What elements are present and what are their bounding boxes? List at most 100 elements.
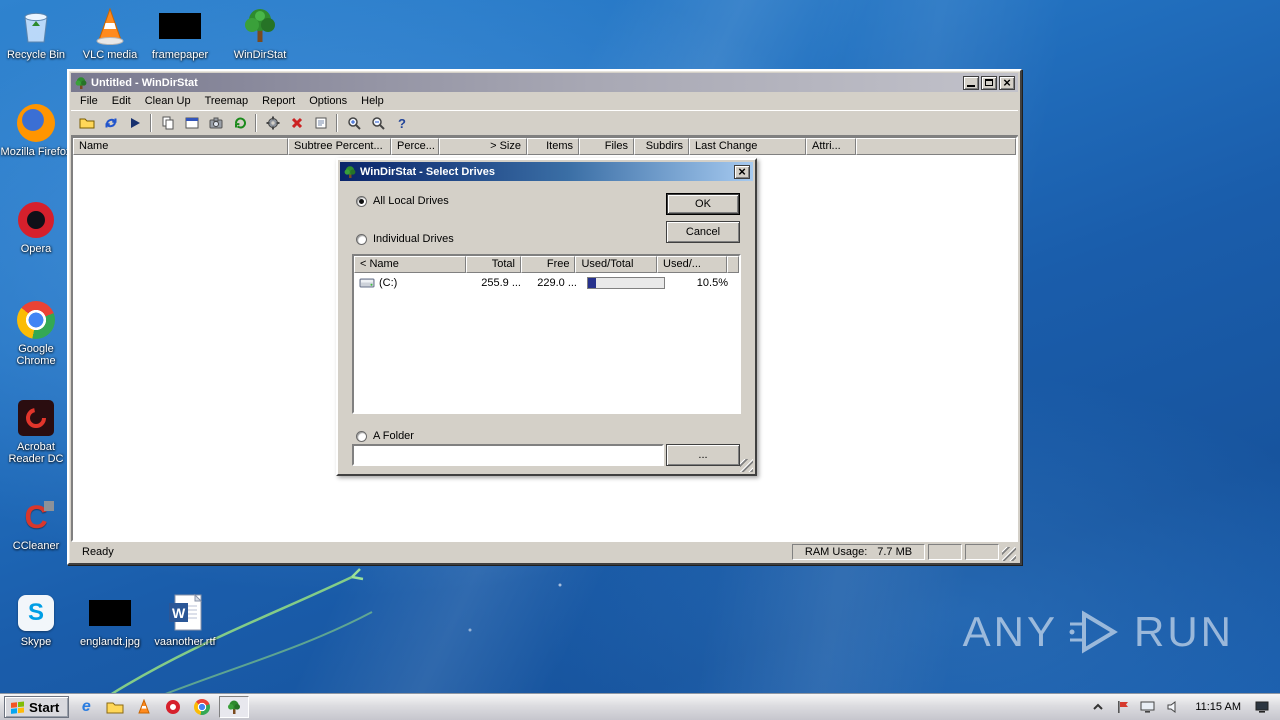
drive-column-total[interactable]: Total	[466, 256, 521, 273]
redacted-image-icon	[88, 593, 132, 633]
network-status-icon[interactable]	[1254, 698, 1272, 716]
delete-icon[interactable]	[285, 112, 308, 134]
help-icon[interactable]: ?	[390, 112, 413, 134]
desktop-icon-recycle-bin[interactable]: Recycle Bin	[4, 6, 68, 61]
hidden-icons-chevron-icon[interactable]	[1089, 698, 1107, 716]
drive-row-c[interactable]: (C:) 255.9 ... 229.0 ... 10.5%	[354, 273, 739, 292]
svg-text:?: ?	[398, 116, 406, 131]
status-text: Ready	[82, 546, 114, 558]
column-name[interactable]: Name	[73, 138, 288, 155]
desktop-icon-label: englandt.jpg	[80, 636, 140, 648]
menu-treemap[interactable]: Treemap	[198, 93, 256, 109]
menu-report[interactable]: Report	[255, 93, 302, 109]
desktop-icon-englandt[interactable]: englandt.jpg	[78, 593, 142, 648]
radio-selected-icon	[356, 195, 367, 207]
desktop-icon-opera[interactable]: Opera	[4, 200, 68, 255]
drive-free: 229.0 ...	[537, 276, 577, 289]
dialog-resize-grip[interactable]	[740, 459, 753, 472]
drive-column-name[interactable]: < Name	[354, 256, 467, 273]
menu-clean-up[interactable]: Clean Up	[138, 93, 198, 109]
drive-column-used-total-pct[interactable]: Used/...	[657, 256, 727, 273]
folder-path-input[interactable]	[352, 444, 664, 466]
desktop-icon-framepaper[interactable]: framepaper	[148, 6, 212, 61]
menu-help[interactable]: Help	[354, 93, 391, 109]
radio-a-folder[interactable]: A Folder	[356, 430, 414, 442]
dialog-titlebar[interactable]: WinDirStat - Select Drives	[340, 162, 753, 181]
column-last-change[interactable]: Last Change	[689, 138, 806, 155]
resume-icon[interactable]	[123, 112, 146, 134]
refresh-all-icon[interactable]	[99, 112, 122, 134]
desktop-icon-chrome[interactable]: Google Chrome	[4, 300, 68, 367]
taskbar-windirstat-task-button[interactable]	[219, 696, 250, 718]
column-size[interactable]: > Size	[439, 138, 527, 155]
radio-individual-drives[interactable]: Individual Drives	[356, 233, 454, 245]
menu-file[interactable]: File	[73, 93, 105, 109]
vlc-icon	[88, 6, 132, 46]
radio-all-local-drives[interactable]: All Local Drives	[356, 195, 449, 207]
toolbar-separator	[336, 114, 338, 132]
column-attributes[interactable]: Attri...	[806, 138, 856, 155]
ccleaner-icon: C	[14, 497, 58, 537]
desktop-icon-ccleaner[interactable]: C CCleaner	[4, 497, 68, 552]
desktop-icon-skype[interactable]: S Skype	[4, 593, 68, 648]
desktop-icon-label: Opera	[20, 243, 52, 255]
column-files[interactable]: Files	[579, 138, 634, 155]
toolbar-separator	[150, 114, 152, 132]
anyrun-play-logo-icon	[1069, 610, 1118, 654]
desktop-icon-label: Recycle Bin	[6, 49, 66, 61]
taskbar-vlc-icon[interactable]	[132, 696, 156, 718]
start-button[interactable]: Start	[4, 696, 70, 718]
desktop-icon-windirstat[interactable]: WinDirStat	[228, 6, 292, 61]
copy-path-icon[interactable]	[156, 112, 179, 134]
system-tray: 11:15 AM	[1085, 698, 1276, 716]
taskbar-internet-explorer-icon[interactable]: e	[74, 696, 98, 718]
action-center-flag-icon[interactable]	[1114, 698, 1132, 716]
configure-icon[interactable]	[261, 112, 284, 134]
close-button[interactable]	[999, 75, 1015, 90]
maximize-button[interactable]	[981, 75, 997, 90]
desktop-icon-acrobat[interactable]: Acrobat Reader DC	[4, 398, 68, 465]
column-subtree-percentage[interactable]: Subtree Percent...	[288, 138, 391, 155]
taskbar-chrome-icon[interactable]	[190, 696, 214, 718]
main-window-titlebar[interactable]: Untitled - WinDirStat	[71, 73, 1018, 92]
screenshot-icon[interactable]	[204, 112, 227, 134]
drive-column-used-total-bar[interactable]: Used/Total	[575, 256, 658, 273]
radio-unselected-icon	[356, 233, 367, 245]
desktop-icon-label: Skype	[20, 636, 52, 648]
open-explorer-icon[interactable]	[180, 112, 203, 134]
column-items[interactable]: Items	[527, 138, 579, 155]
menu-edit[interactable]: Edit	[105, 93, 138, 109]
taskbar-clock[interactable]: 11:15 AM	[1189, 701, 1247, 713]
drive-used-percent: 10.5%	[696, 276, 728, 289]
menu-options[interactable]: Options	[302, 93, 354, 109]
desktop-icon-label: WinDirStat	[233, 49, 287, 61]
refresh-selected-icon[interactable]	[228, 112, 251, 134]
open-icon[interactable]	[75, 112, 98, 134]
desktop-icon-firefox[interactable]: Mozilla Firefox	[1, 103, 71, 158]
cancel-button[interactable]: Cancel	[666, 221, 740, 243]
drive-list-header-row: < Name Total Free Used/Total Used/...	[354, 256, 739, 273]
column-percentage[interactable]: Perce...	[391, 138, 439, 155]
display-status-icon[interactable]	[1139, 698, 1157, 716]
desktop-icon-vaanother[interactable]: W vaanother.rtf	[153, 593, 217, 648]
ram-usage-value: 7.7 MB	[877, 546, 913, 558]
zoom-in-icon[interactable]	[342, 112, 365, 134]
desktop-icon-vlc[interactable]: VLC media	[78, 6, 142, 61]
toolbar: ?	[71, 110, 1018, 136]
zoom-out-icon[interactable]	[366, 112, 389, 134]
resize-grip[interactable]	[1002, 547, 1016, 561]
column-subdirs[interactable]: Subdirs	[634, 138, 689, 155]
volume-icon[interactable]	[1164, 698, 1182, 716]
dialog-close-button[interactable]	[734, 164, 750, 179]
taskbar-explorer-folder-icon[interactable]	[103, 696, 127, 718]
browse-button[interactable]: ...	[666, 444, 740, 466]
radio-label: Individual Drives	[373, 233, 454, 245]
properties-icon[interactable]	[309, 112, 332, 134]
ram-usage-label: RAM Usage:	[804, 546, 868, 558]
watermark-text-run: RUN	[1134, 608, 1234, 655]
ok-button[interactable]: OK	[666, 193, 740, 215]
taskbar-opera-icon[interactable]	[161, 696, 185, 718]
minimize-button[interactable]	[963, 75, 979, 90]
status-pane-empty	[965, 544, 999, 560]
drive-column-free[interactable]: Free	[520, 256, 576, 273]
